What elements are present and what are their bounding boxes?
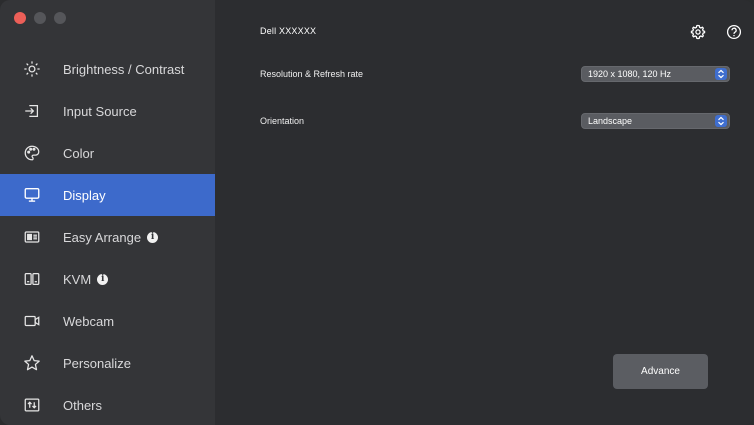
zoom-window-button[interactable] — [54, 12, 66, 24]
orientation-select[interactable]: Landscape — [581, 113, 730, 129]
color-palette-icon — [22, 143, 42, 163]
gear-icon[interactable] — [690, 24, 706, 40]
monitor-name: Dell XXXXXX — [260, 26, 317, 36]
sidebar-item-label: Brightness / Contrast — [63, 61, 185, 77]
info-icon[interactable]: i — [147, 231, 159, 243]
help-icon[interactable] — [726, 24, 742, 40]
star-icon — [22, 353, 42, 373]
sidebar-item-kvm[interactable]: KVM i — [0, 258, 215, 300]
chevron-up-down-icon — [715, 115, 727, 127]
close-window-button[interactable] — [14, 12, 26, 24]
sidebar-item-label: Easy Arrange — [63, 229, 142, 245]
sidebar-item-label-wrap: KVM i — [63, 271, 109, 287]
others-icon — [22, 395, 42, 415]
resolution-label: Resolution & Refresh rate — [260, 69, 364, 79]
webcam-icon — [22, 311, 42, 331]
sidebar-item-personalize[interactable]: Personalize — [0, 342, 215, 384]
info-icon[interactable]: i — [97, 273, 109, 285]
sidebar-item-label: Others — [63, 397, 103, 413]
window-controls — [14, 12, 66, 24]
sidebar-item-easy-arrange[interactable]: Easy Arrange i — [0, 216, 215, 258]
chevron-up-down-icon — [715, 68, 727, 80]
input-source-icon — [22, 101, 42, 121]
sidebar-item-brightness-contrast[interactable]: Brightness / Contrast — [0, 48, 215, 90]
brightness-icon — [22, 59, 42, 79]
sidebar-item-webcam[interactable]: Webcam — [0, 300, 215, 342]
orientation-setting-row: Orientation Landscape — [260, 113, 730, 133]
main-panel: Dell XXXXXX Resolution & Refresh rate 19… — [215, 0, 754, 425]
sidebar-nav: Brightness / Contrast Input Source Color… — [0, 48, 215, 425]
monitor-icon — [22, 185, 42, 205]
sidebar-item-input-source[interactable]: Input Source — [0, 90, 215, 132]
sidebar-item-label: KVM — [63, 271, 92, 287]
sidebar-item-label: Display — [63, 187, 106, 203]
easy-arrange-icon — [22, 227, 42, 247]
top-toolbar — [690, 24, 742, 40]
kvm-icon — [22, 269, 42, 289]
resolution-setting-row: Resolution & Refresh rate 1920 x 1080, 1… — [260, 66, 730, 86]
sidebar-item-display[interactable]: Display — [0, 174, 215, 216]
sidebar-item-label: Color — [63, 145, 95, 161]
app-window: Brightness / Contrast Input Source Color… — [0, 0, 754, 425]
sidebar-item-color[interactable]: Color — [0, 132, 215, 174]
minimize-window-button[interactable] — [34, 12, 46, 24]
advance-button[interactable]: Advance — [613, 354, 708, 389]
sidebar-item-label-wrap: Easy Arrange i — [63, 229, 159, 245]
sidebar-item-label: Personalize — [63, 355, 131, 371]
sidebar-item-others[interactable]: Others — [0, 384, 215, 425]
orientation-value: Landscape — [588, 116, 633, 126]
sidebar-item-label: Input Source — [63, 103, 137, 119]
orientation-label: Orientation — [260, 116, 305, 126]
sidebar-item-label: Webcam — [63, 313, 115, 329]
resolution-select[interactable]: 1920 x 1080, 120 Hz — [581, 66, 730, 82]
sidebar: Brightness / Contrast Input Source Color… — [0, 0, 215, 425]
resolution-value: 1920 x 1080, 120 Hz — [588, 69, 672, 79]
